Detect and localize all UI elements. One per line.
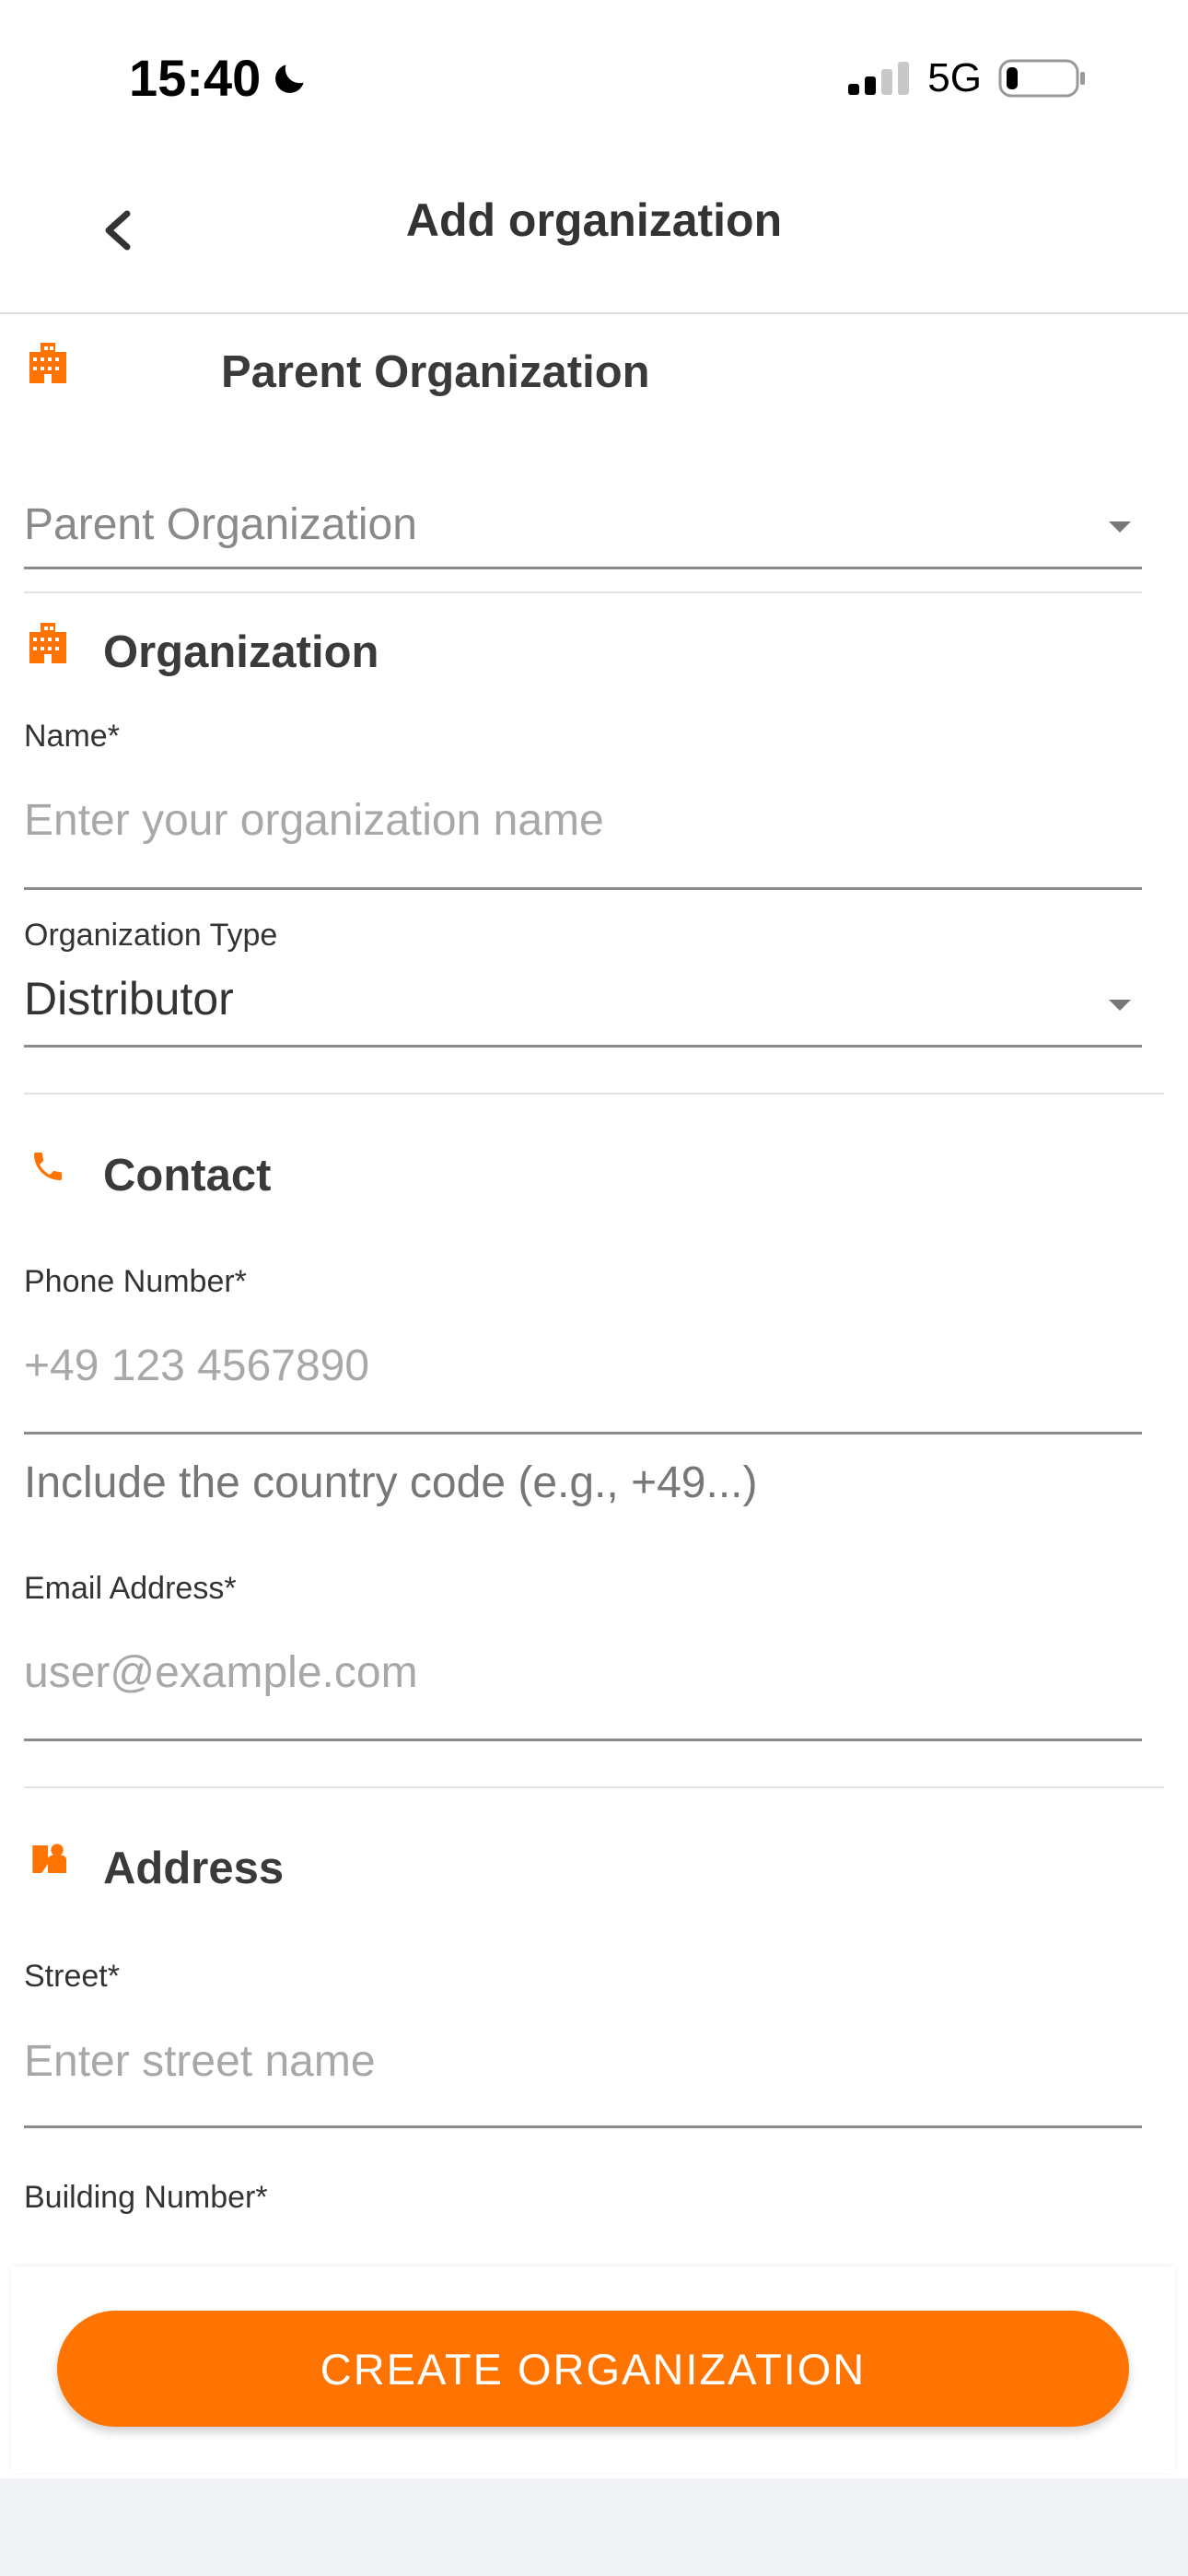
dropdown-caret-icon: [1109, 521, 1131, 533]
network-type: 5G: [927, 55, 982, 100]
status-time: 15:40: [129, 48, 310, 108]
signal-icon: [848, 62, 910, 95]
email-label: Email Address*: [24, 1571, 237, 1606]
parent-organization-underline: [24, 567, 1142, 569]
header-divider: [0, 312, 1188, 314]
moon-icon: [275, 64, 304, 93]
street-underline: [24, 2125, 1142, 2128]
phone-number-input[interactable]: +49 123 4567890: [24, 1322, 1142, 1423]
page-title: Add organization: [405, 194, 783, 246]
section-title-contact: Contact: [103, 1151, 272, 1200]
phone-helper-text: Include the country code (e.g., +49...): [24, 1458, 758, 1507]
street-label: Street*: [24, 1959, 120, 1994]
bottom-safe-area: [0, 2478, 1188, 2576]
phone-number-underline: [24, 1432, 1142, 1434]
building-icon: [29, 343, 66, 383]
street-input[interactable]: Enter street name: [24, 2016, 1142, 2117]
section-title-organization: Organization: [103, 627, 379, 677]
address-icon: [32, 1844, 66, 1873]
building-icon: [29, 623, 66, 663]
section-divider: [24, 1786, 1164, 1788]
battery-icon: [998, 59, 1085, 98]
street-placeholder: Enter street name: [24, 2037, 376, 2086]
organization-type-label: Organization Type: [24, 918, 278, 953]
organization-type-underline: [24, 1045, 1142, 1048]
phone-number-placeholder: +49 123 4567890: [24, 1341, 370, 1390]
organization-name-underline: [24, 887, 1142, 890]
organization-type-select[interactable]: Distributor: [24, 963, 1142, 1046]
section-title-address: Address: [103, 1844, 285, 1893]
building-number-label: Building Number*: [24, 2180, 268, 2215]
create-organization-button[interactable]: CREATE ORGANIZATION: [57, 2311, 1129, 2427]
section-title-parent: Parent Organization: [221, 347, 650, 397]
organization-type-value: Distributor: [24, 973, 234, 1025]
parent-organization-select[interactable]: Parent Organization: [24, 479, 1142, 571]
section-divider: [24, 1093, 1164, 1095]
email-address-placeholder: user@example.com: [24, 1648, 418, 1697]
name-label: Name*: [24, 719, 120, 754]
status-time-text: 15:40: [129, 49, 262, 107]
email-address-underline: [24, 1739, 1142, 1741]
email-address-input[interactable]: user@example.com: [24, 1629, 1142, 1730]
section-divider: [24, 591, 1142, 593]
phone-icon: [34, 1153, 62, 1180]
status-indicators: 5G: [846, 55, 1087, 101]
organization-name-placeholder: Enter your organization name: [24, 796, 604, 845]
organization-name-input[interactable]: Enter your organization name: [24, 779, 1142, 880]
dropdown-caret-icon: [1109, 1000, 1131, 1011]
phone-label: Phone Number*: [24, 1264, 247, 1299]
parent-organization-placeholder: Parent Organization: [24, 500, 417, 549]
